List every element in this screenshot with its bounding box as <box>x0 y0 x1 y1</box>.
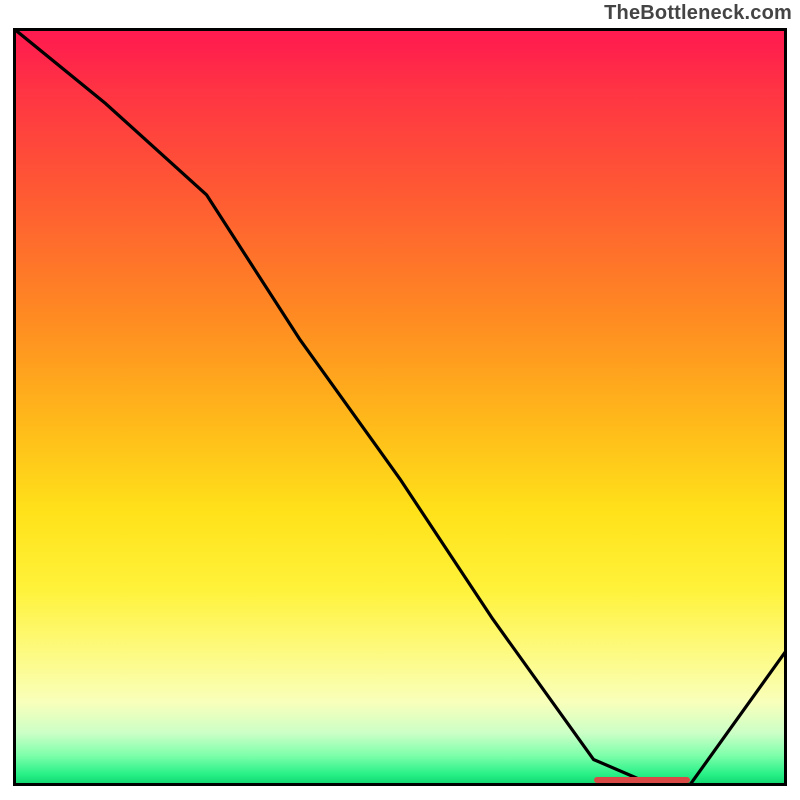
bottleneck-curve <box>13 28 787 786</box>
watermark-text: TheBottleneck.com <box>604 2 792 25</box>
plot-area <box>13 28 787 786</box>
optimum-marker <box>594 777 691 783</box>
chart-stage: TheBottleneck.com <box>0 0 800 800</box>
